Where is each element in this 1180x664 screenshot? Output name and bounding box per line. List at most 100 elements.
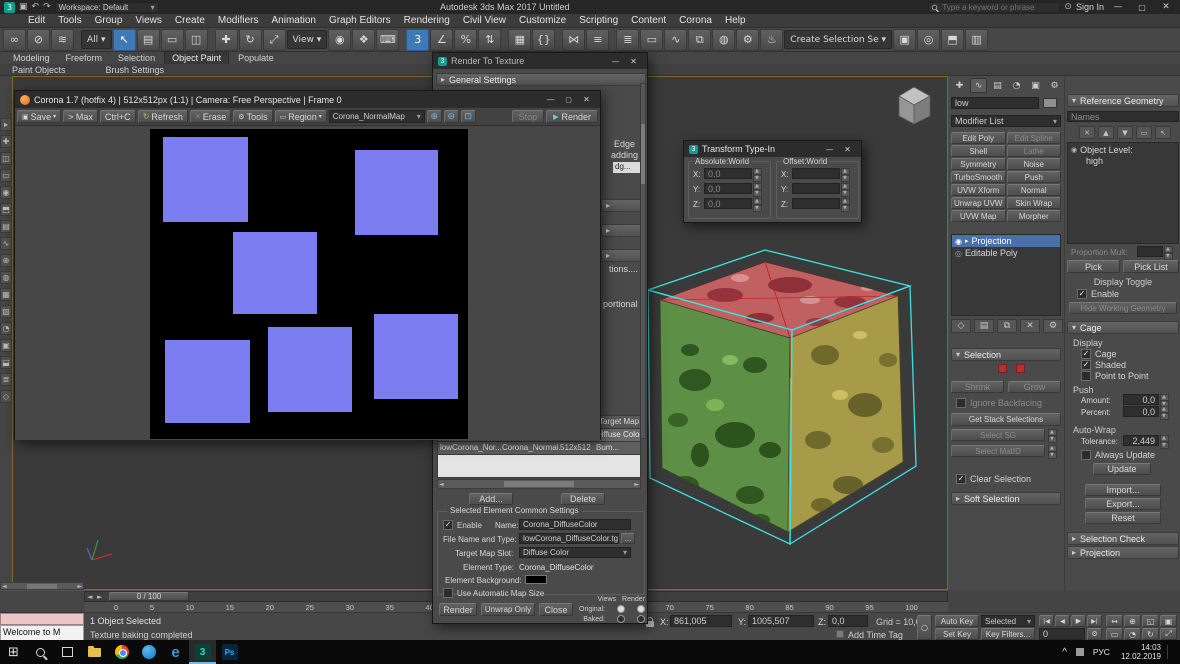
tab-object-paint[interactable]: Object Paint <box>164 51 230 64</box>
toolbar-icon[interactable] <box>209 30 214 50</box>
browse-button[interactable]: ... <box>621 533 635 544</box>
rtt-render-button[interactable]: Render <box>439 603 477 616</box>
left-toolbar-icon[interactable]: ▣ <box>0 339 12 352</box>
auto-map-size-checkbox[interactable]: Use Automatic Map Size <box>443 588 544 598</box>
zoom-region-button[interactable]: ▭ <box>1106 628 1123 640</box>
abs-z-field[interactable]: 0,0 <box>704 198 752 209</box>
left-toolbar-icon[interactable]: ▭ <box>0 169 12 182</box>
sign-in-button[interactable]: Sign In <box>1076 2 1104 12</box>
field-of-view-button[interactable]: ◔ <box>1124 628 1141 640</box>
menu-item[interactable]: Group <box>95 15 123 26</box>
workspace-dropdown[interactable]: Workspace: Default <box>54 1 159 13</box>
photoshop-button[interactable]: Ps <box>216 640 243 664</box>
left-toolbar-icon[interactable]: ◉ <box>0 186 12 199</box>
vfb-channel-dropdown[interactable]: Corona_NormalMap <box>328 110 425 123</box>
menu-item[interactable]: Help <box>725 15 746 26</box>
search-input[interactable] <box>940 2 1055 12</box>
select-and-move-button[interactable]: ✚ <box>214 28 238 51</box>
ribbon-panel-brush-settings[interactable]: Brush Settings <box>106 65 165 75</box>
vfb-refresh-button[interactable]: ↻ Refresh <box>137 110 188 123</box>
edit-spline-button[interactable]: Edit Spline <box>1006 132 1061 144</box>
vfb-region-button[interactable]: ▭ Region ▾ <box>274 110 327 123</box>
menu-item[interactable]: Modifiers <box>218 15 259 26</box>
add-element-button[interactable]: Add... <box>469 493 513 505</box>
reference-geometry-rollout[interactable]: Reference Geometry <box>1067 94 1179 107</box>
always-update-checkbox[interactable]: Always Update <box>1081 450 1155 460</box>
zoom-extents-button[interactable]: ▣ <box>1160 615 1177 627</box>
left-toolbar-icon[interactable]: ▦ <box>0 288 12 301</box>
vfb-to-max-button[interactable]: > Max <box>63 110 98 123</box>
modifier-list-dropdown[interactable]: Modifier List <box>951 115 1061 127</box>
tolerance-field[interactable]: 2,449 <box>1123 435 1159 446</box>
vfb-render-button[interactable]: ▶ Render <box>546 110 598 123</box>
scene-explorer-button[interactable]: ▥ <box>965 28 989 51</box>
off-x-spinner[interactable] <box>841 168 850 182</box>
scroll-right-icon[interactable]: ► <box>634 481 639 488</box>
grow-button[interactable]: Grow <box>1008 381 1061 393</box>
frame-forward-icon[interactable]: ► <box>97 593 102 601</box>
app-logo-icon[interactable]: 3 <box>4 1 15 13</box>
projection-rollout[interactable]: Projection <box>1067 546 1179 559</box>
layer-manager-button[interactable]: ≣ <box>616 28 640 51</box>
table-row-normal[interactable]: lowCorona_Nor... Corona_Normal... 512x51… <box>437 442 641 455</box>
toolbar-icon[interactable] <box>400 30 405 50</box>
bind-to-space-warp-button[interactable]: ≋ <box>51 28 74 51</box>
off-z-field[interactable] <box>792 198 840 209</box>
scroll-left-icon[interactable]: ◄ <box>439 481 444 488</box>
utilities-tab[interactable]: ⚙ <box>1046 78 1063 93</box>
language-indicator[interactable]: РУС <box>1088 647 1115 657</box>
menu-item[interactable]: Graph Editors <box>329 15 391 26</box>
stack-toolbar-icon[interactable]: ⚙ <box>1043 319 1063 333</box>
skype-button[interactable] <box>135 640 162 664</box>
object-color-swatch[interactable] <box>1043 98 1057 108</box>
selection-check-rollout[interactable]: Selection Check <box>1067 532 1179 545</box>
baked-render-radio[interactable] <box>637 615 645 623</box>
abs-x-spinner[interactable] <box>753 168 762 182</box>
select-matid-spinner[interactable] <box>1048 445 1057 459</box>
ribbon-panel-paint-objects[interactable]: Paint Objects <box>12 65 66 75</box>
percent-snap-button[interactable]: % <box>454 28 478 51</box>
tti-titlebar[interactable]: 3 Transform Type-In — ✕ <box>684 141 861 157</box>
viewport-layout-button[interactable]: ⬒ <box>941 28 965 51</box>
stack-toolbar-icon[interactable]: ▤ <box>974 319 994 333</box>
render-production-button[interactable]: ♨ <box>760 28 784 51</box>
frame-back-icon[interactable]: ◄ <box>87 593 92 601</box>
uvw-map-button[interactable]: UVW Map <box>951 210 1006 222</box>
zoom-button[interactable]: ⊕ <box>1124 615 1141 627</box>
scroll-thumb[interactable] <box>504 481 574 487</box>
off-z-spinner[interactable] <box>841 198 850 212</box>
vfb-tools-button[interactable]: ⚙ Tools <box>233 110 273 123</box>
scroll-thumb[interactable] <box>641 124 645 184</box>
visibility-icon[interactable]: ◉ <box>955 237 962 246</box>
shaded-checkbox[interactable]: Shaded <box>1081 360 1126 370</box>
hierarchy-tab[interactable]: ▤ <box>989 78 1006 93</box>
curve-editor-button[interactable]: ∿ <box>664 28 688 51</box>
mirror-button[interactable]: ⋈ <box>562 28 586 51</box>
tolerance-spinner[interactable] <box>1160 435 1169 449</box>
vfb-canvas[interactable] <box>15 126 600 440</box>
percent-field[interactable]: 0,0 <box>1123 406 1159 417</box>
cage-rollout[interactable]: Cage <box>1067 321 1179 334</box>
file-explorer-button[interactable] <box>81 640 108 664</box>
off-y-spinner[interactable] <box>841 183 850 197</box>
pick-list-button[interactable]: Pick List <box>1123 260 1179 273</box>
clear-selection-checkbox[interactable]: Clear Selection <box>956 474 1031 484</box>
off-x-field[interactable] <box>792 168 840 179</box>
3dsmax-taskbar-button[interactable]: 3 <box>189 640 216 664</box>
unwrap-uvw-button[interactable]: Unwrap UVW <box>951 197 1006 209</box>
import-button[interactable]: Import... <box>1085 484 1161 496</box>
edit-poly-button[interactable]: Edit Poly <box>951 132 1006 144</box>
redo-icon[interactable]: ↷ <box>43 2 51 12</box>
viewcube[interactable] <box>886 76 942 132</box>
lathe-button[interactable]: Lathe <box>1006 145 1061 157</box>
rtt-v-scrollbar[interactable] <box>640 83 646 439</box>
toolbar-icon[interactable] <box>75 30 80 50</box>
reference-list-row[interactable]: high <box>1068 155 1178 166</box>
prev-frame-button[interactable]: ◀ <box>1055 615 1070 627</box>
vfb-stop-button[interactable]: Stop <box>511 110 545 123</box>
left-toolbar-icon[interactable]: ∿ <box>0 237 12 250</box>
stack-item-projection[interactable]: ◉ ▸ Projection <box>952 235 1060 247</box>
edit-named-selection-sets-button[interactable]: ▦ <box>508 28 532 51</box>
play-button[interactable]: ▶ <box>1071 615 1086 627</box>
menu-item[interactable]: Create <box>175 15 205 26</box>
